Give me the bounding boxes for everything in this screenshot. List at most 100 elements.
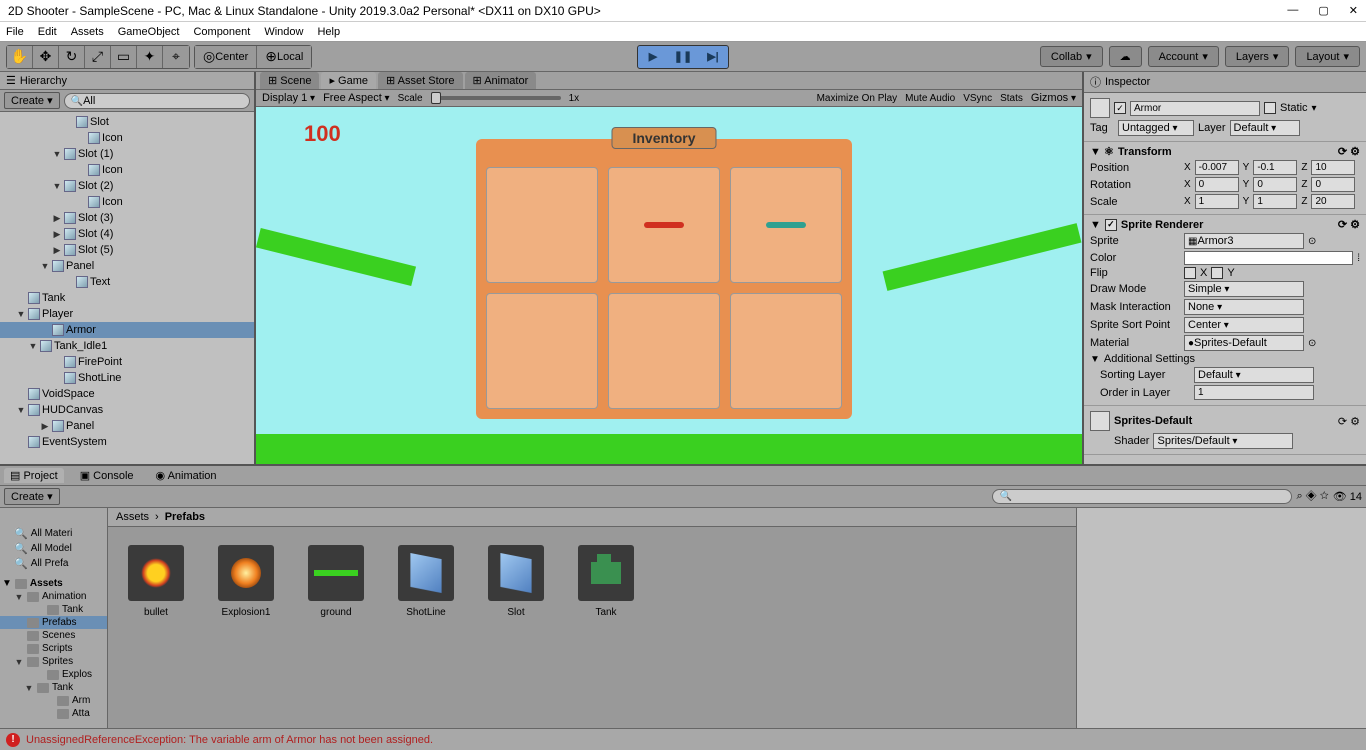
tab-game[interactable]: ▸ Game — [321, 72, 376, 89]
material-field[interactable]: ●Sprites-Default — [1184, 335, 1304, 351]
pos-z[interactable] — [1311, 160, 1355, 175]
layers-dropdown[interactable]: Layers ▾ — [1225, 46, 1290, 67]
hierarchy-item[interactable]: ▶Slot (4) — [0, 226, 254, 242]
project-create-button[interactable]: Create ▾ — [4, 488, 60, 505]
gizmos-dropdown[interactable]: Gizmos ▾ — [1031, 92, 1076, 104]
hierarchy-item[interactable]: FirePoint — [0, 354, 254, 370]
sorting-layer[interactable]: Default ▾ — [1194, 367, 1314, 383]
animation-tab[interactable]: ◉ Animation — [150, 468, 223, 483]
account-dropdown[interactable]: Account ▾ — [1148, 46, 1219, 67]
folder-item[interactable]: Prefabs — [0, 616, 107, 629]
move-tool[interactable]: ✥ — [33, 46, 59, 68]
rot-y[interactable] — [1253, 177, 1297, 192]
filter-icons[interactable]: ⌕ ◈ ☆ — [1296, 490, 1328, 503]
hierarchy-item[interactable]: Armor — [0, 322, 254, 338]
sprite-field[interactable]: ▦Armor3 — [1184, 233, 1304, 249]
hierarchy-item[interactable]: Slot — [0, 114, 254, 130]
folder-item[interactable]: Scripts — [0, 642, 107, 655]
maximize-icon[interactable]: ▢ — [1318, 4, 1328, 17]
hierarchy-item[interactable]: Tank — [0, 290, 254, 306]
menu-assets[interactable]: Assets — [71, 26, 104, 38]
vsync-toggle[interactable]: VSync — [963, 93, 992, 104]
menu-edit[interactable]: Edit — [38, 26, 57, 38]
pos-y[interactable] — [1253, 160, 1297, 175]
rot-x[interactable] — [1195, 177, 1239, 192]
rot-z[interactable] — [1311, 177, 1355, 192]
asset-slot[interactable]: Slot — [486, 545, 546, 618]
folder-item[interactable]: Tank — [0, 603, 107, 616]
hierarchy-item[interactable]: ▶Slot (5) — [0, 242, 254, 258]
gameobject-name-field[interactable] — [1130, 101, 1260, 116]
menu-component[interactable]: Component — [193, 26, 250, 38]
cloud-button[interactable]: ☁ — [1109, 46, 1142, 67]
tag-dropdown[interactable]: Untagged ▾ — [1118, 120, 1194, 136]
tab-asset-store[interactable]: ⊞ Asset Store — [378, 72, 463, 89]
console-tab[interactable]: ▣ Console — [74, 468, 140, 483]
hand-tool[interactable]: ✋ — [7, 46, 33, 68]
menu-window[interactable]: Window — [264, 26, 303, 38]
inventory-slot[interactable] — [730, 293, 842, 409]
scale-x[interactable] — [1195, 194, 1239, 209]
static-checkbox[interactable] — [1264, 102, 1276, 114]
hierarchy-create-button[interactable]: Create ▾ — [4, 92, 60, 109]
hierarchy-item[interactable]: ▼HUDCanvas — [0, 402, 254, 418]
folder-item[interactable]: Atta — [0, 707, 107, 720]
hierarchy-item[interactable]: VoidSpace — [0, 386, 254, 402]
rotate-tool[interactable]: ↻ — [59, 46, 85, 68]
flip-x[interactable] — [1184, 267, 1196, 279]
breadcrumb-item[interactable]: Prefabs — [165, 511, 205, 523]
pause-button[interactable]: ❚❚ — [668, 46, 698, 68]
asset-explosion1[interactable]: Explosion1 — [216, 545, 276, 618]
collab-dropdown[interactable]: Collab ▾ — [1040, 46, 1103, 67]
project-tab[interactable]: ▤ Project — [4, 468, 64, 483]
folder-item[interactable]: Explos — [0, 668, 107, 681]
close-icon[interactable]: ✕ — [1349, 4, 1358, 17]
folder-item[interactable]: ▼Tank — [0, 681, 107, 694]
filter-item[interactable]: 🔍All Model — [0, 541, 107, 556]
pos-x[interactable] — [1195, 160, 1239, 175]
asset-bullet[interactable]: bullet — [126, 545, 186, 618]
transform-tool[interactable]: ✦ — [137, 46, 163, 68]
shader-dropdown[interactable]: Sprites/Default ▾ — [1153, 433, 1293, 449]
status-bar[interactable]: ! UnassignedReferenceException: The vari… — [0, 728, 1366, 750]
pivot-local-button[interactable]: ⊕Local — [257, 46, 311, 68]
hierarchy-item[interactable]: Icon — [0, 130, 254, 146]
maximize-toggle[interactable]: Maximize On Play — [817, 93, 898, 104]
hierarchy-item[interactable]: ▼Panel — [0, 258, 254, 274]
aspect-dropdown[interactable]: Free Aspect ▾ — [323, 92, 390, 104]
scale-slider[interactable] — [431, 96, 561, 100]
hierarchy-item[interactable]: ▼Slot (1) — [0, 146, 254, 162]
hierarchy-item[interactable]: EventSystem — [0, 434, 254, 450]
hierarchy-item[interactable]: ShotLine — [0, 370, 254, 386]
hierarchy-item[interactable]: ▼Tank_Idle1 — [0, 338, 254, 354]
assets-root[interactable]: ▼Assets — [0, 577, 107, 590]
step-button[interactable]: ▶| — [698, 46, 728, 68]
asset-tank[interactable]: Tank — [576, 545, 636, 618]
draw-mode[interactable]: Simple ▾ — [1184, 281, 1304, 297]
pivot-center-button[interactable]: ◎Center — [195, 46, 257, 68]
menu-help[interactable]: Help — [317, 26, 340, 38]
inventory-slot[interactable] — [486, 167, 598, 283]
breadcrumb-item[interactable]: Assets — [116, 511, 149, 523]
tab-scene[interactable]: ⊞ Scene — [260, 72, 319, 89]
active-checkbox[interactable]: ✓ — [1114, 102, 1126, 114]
hierarchy-item[interactable]: ▶Panel — [0, 418, 254, 434]
play-button[interactable]: ▶ — [638, 46, 668, 68]
hierarchy-item[interactable]: ▼Slot (2) — [0, 178, 254, 194]
flip-y[interactable] — [1211, 267, 1223, 279]
inventory-slot[interactable] — [608, 167, 720, 283]
hierarchy-tab[interactable]: ☰ Hierarchy — [0, 72, 254, 90]
scale-z[interactable] — [1311, 194, 1355, 209]
layout-dropdown[interactable]: Layout ▾ — [1295, 46, 1360, 67]
hierarchy-search[interactable]: 🔍All — [64, 93, 250, 109]
folder-item[interactable]: ▼Sprites — [0, 655, 107, 668]
mute-toggle[interactable]: Mute Audio — [905, 93, 955, 104]
sprite-renderer-component[interactable]: ▼ ✓ Sprite Renderer⟳ ⚙ — [1090, 218, 1360, 231]
order-in-layer[interactable] — [1194, 385, 1314, 400]
tab-animator[interactable]: ⊞ Animator — [465, 72, 537, 89]
hierarchy-item[interactable]: Icon — [0, 162, 254, 178]
hierarchy-item[interactable]: Icon — [0, 194, 254, 210]
color-field[interactable] — [1184, 251, 1353, 265]
filter-item[interactable]: 🔍All Materi — [0, 526, 107, 541]
sort-point[interactable]: Center ▾ — [1184, 317, 1304, 333]
